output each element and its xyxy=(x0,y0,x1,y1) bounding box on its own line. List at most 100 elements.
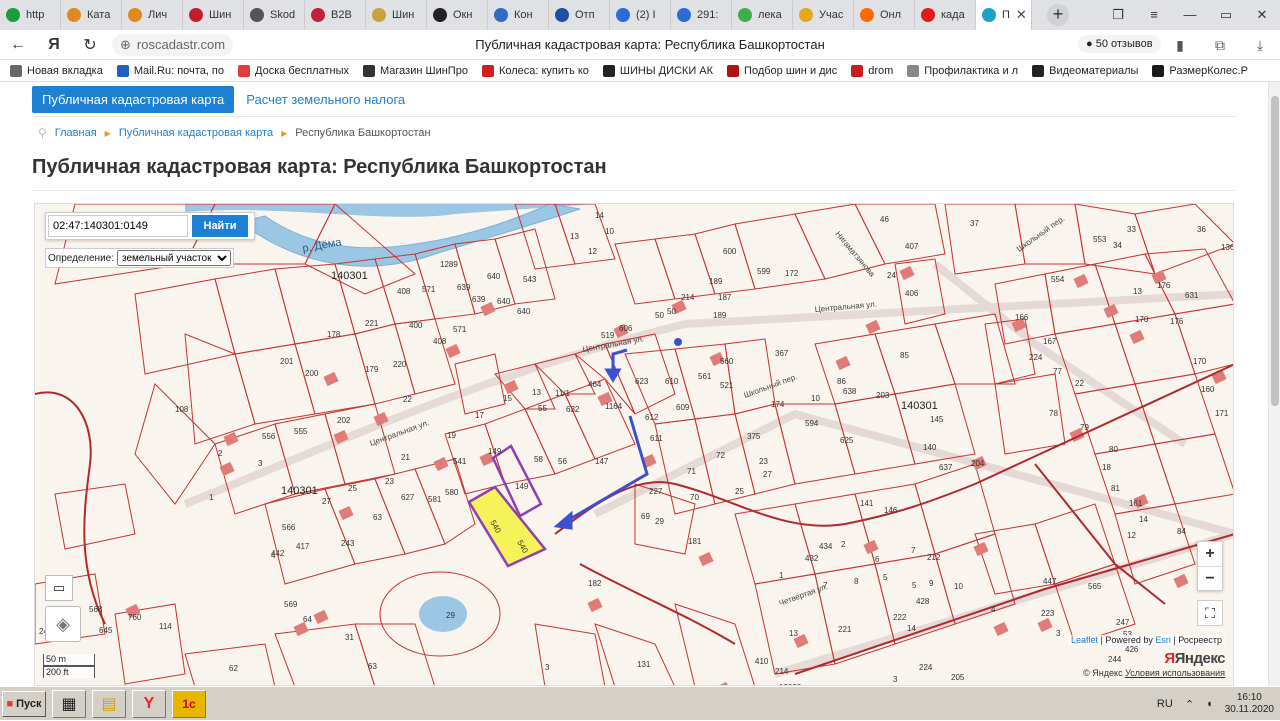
close-tab-icon[interactable]: ✕ xyxy=(1016,7,1027,23)
browser-tab[interactable]: Шин xyxy=(183,0,244,30)
parcel[interactable] xyxy=(494,228,556,305)
bookmark-item[interactable]: Mail.Ru: почта, по xyxy=(116,64,224,77)
tab-collections-icon[interactable]: ❐ xyxy=(1100,0,1136,30)
terms-link[interactable]: Условия использования xyxy=(1125,668,1225,678)
bookmark-item[interactable]: Доска бесплатных xyxy=(238,64,349,77)
draw-tool-button[interactable]: ▭ xyxy=(45,575,73,601)
reviews-button[interactable]: ● 50 отзывов xyxy=(1078,35,1161,53)
parcel[interactable] xyxy=(854,204,946,265)
parcel[interactable] xyxy=(134,383,216,505)
start-button[interactable]: ■ Пуск xyxy=(2,690,46,717)
language-indicator[interactable]: RU xyxy=(1157,698,1173,710)
bookmark-item[interactable]: РазмерКолес.Р xyxy=(1152,64,1248,77)
browser-tab[interactable]: лека xyxy=(732,0,793,30)
close-button[interactable]: ✕ xyxy=(1244,0,1280,30)
parcel[interactable] xyxy=(214,268,296,355)
parcel[interactable] xyxy=(264,488,356,585)
layers-button[interactable]: ◈ xyxy=(45,606,81,642)
reload-button[interactable]: ↻ xyxy=(72,35,108,55)
browser-tab[interactable]: Окн xyxy=(427,0,488,30)
zoom-in-button[interactable]: + xyxy=(1198,542,1222,566)
browser-tab[interactable]: http xyxy=(0,0,61,30)
bookmark-item[interactable]: Видеоматериалы xyxy=(1032,64,1138,77)
back-button[interactable]: ← xyxy=(0,36,36,54)
browser-tab[interactable]: B2B xyxy=(305,0,366,30)
1c-icon[interactable]: 1c xyxy=(172,689,206,718)
minimize-button[interactable]: — xyxy=(1172,0,1208,30)
downloads-icon[interactable]: ⤓ xyxy=(1240,30,1280,60)
page-scrollbar[interactable] xyxy=(1268,82,1280,686)
selected-parcel[interactable] xyxy=(467,485,547,568)
parcel[interactable] xyxy=(234,343,316,425)
parcel[interactable] xyxy=(724,338,776,415)
bookmark-item[interactable]: Магазин ШинПро xyxy=(363,64,468,77)
browser-tab[interactable]: Онл xyxy=(854,0,915,30)
parcel[interactable] xyxy=(1154,433,1234,505)
parcel[interactable] xyxy=(934,313,1016,385)
browser-tab[interactable]: Шин xyxy=(366,0,427,30)
browser-tab[interactable]: Ката xyxy=(61,0,122,30)
calculator-icon[interactable]: ▦ xyxy=(52,689,86,718)
bookmark-icon[interactable]: ▮ xyxy=(1160,30,1200,60)
browser-tab[interactable]: када xyxy=(915,0,976,30)
yandex-logo-icon[interactable]: Я xyxy=(36,36,72,54)
parcel[interactable] xyxy=(534,623,606,686)
parcel[interactable] xyxy=(564,378,636,460)
leaflet-link[interactable]: Leaflet xyxy=(1071,635,1098,645)
bookmark-item[interactable]: ШИНЫ ДИСКИ АК xyxy=(602,64,713,77)
parcel[interactable] xyxy=(134,278,236,375)
bookmark-item[interactable]: Подбор шин и дис xyxy=(727,64,837,77)
breadcrumb-map[interactable]: Публичная кадастровая карта xyxy=(119,127,273,139)
volume-icon[interactable]: ◖ xyxy=(1206,698,1213,710)
parcel[interactable] xyxy=(874,323,956,395)
browser-tab[interactable]: Skod xyxy=(244,0,305,30)
browser-tab[interactable]: Кон xyxy=(488,0,549,30)
extensions-icon[interactable]: ⧉ xyxy=(1200,30,1240,60)
search-button[interactable]: Найти xyxy=(192,215,248,237)
browser-tab[interactable]: Отп xyxy=(549,0,610,30)
bookmark-item[interactable]: Колеса: купить ко xyxy=(481,64,589,77)
parcel[interactable] xyxy=(54,483,136,550)
browser-tab[interactable]: 291: xyxy=(671,0,732,30)
scrollbar-thumb[interactable] xyxy=(1271,96,1279,406)
parcel[interactable] xyxy=(734,503,816,585)
cadastral-map[interactable]: р. Дёма 140301 140301 140301 Центральная ул.… xyxy=(34,203,1234,686)
bookmark-item[interactable]: drom xyxy=(851,64,893,77)
map-canvas[interactable]: р. Дёма140301140301140301Центральная ул.… xyxy=(35,204,1234,686)
parcel[interactable] xyxy=(274,623,375,686)
nav-cadastral-map[interactable]: Публичная кадастровая карта xyxy=(32,86,235,113)
parcel[interactable] xyxy=(914,463,996,555)
parcel[interactable] xyxy=(324,478,406,565)
browser-tab[interactable]: П ✕ xyxy=(976,0,1032,30)
file-manager-icon[interactable]: ▤ xyxy=(92,689,126,718)
parcel[interactable] xyxy=(734,213,826,290)
cadastral-number-input[interactable] xyxy=(48,215,188,237)
nav-land-tax[interactable]: Расчет земельного налога xyxy=(246,92,405,107)
clock[interactable]: 16:10 30.11.2020 xyxy=(1225,692,1274,716)
bookmark-item[interactable]: Профилактика и л xyxy=(907,64,1018,77)
parcel[interactable] xyxy=(1014,204,1086,265)
new-tab-button[interactable]: + xyxy=(1047,4,1069,26)
parcel[interactable] xyxy=(114,603,186,685)
parcel[interactable] xyxy=(624,348,696,425)
bookmark-item[interactable]: Новая вкладка xyxy=(10,64,103,77)
parcel[interactable] xyxy=(414,458,476,545)
zoom-out-button[interactable]: − xyxy=(1198,566,1222,590)
browser-tab[interactable]: (2) I xyxy=(610,0,671,30)
esri-link[interactable]: Esri xyxy=(1155,635,1171,645)
maximize-button[interactable]: ▭ xyxy=(1208,0,1244,30)
parcel[interactable] xyxy=(594,623,675,686)
browser-tab[interactable]: Лич xyxy=(122,0,183,30)
breadcrumb-home[interactable]: Главная xyxy=(55,127,97,139)
site-info-icon[interactable]: ⊕ xyxy=(120,37,131,53)
browser-tab[interactable]: Учас xyxy=(793,0,854,30)
definition-select[interactable]: земельный участок xyxy=(117,250,232,266)
fullscreen-button[interactable]: ⛶ xyxy=(1197,600,1223,626)
parcel[interactable] xyxy=(674,603,755,686)
url-field[interactable]: ⊕ roscadastr.com xyxy=(112,33,234,56)
tray-expand-icon[interactable]: ⌃ xyxy=(1185,698,1194,711)
parcel[interactable] xyxy=(354,623,435,686)
parcel[interactable] xyxy=(944,204,1026,275)
menu-icon[interactable]: ≡ xyxy=(1136,0,1172,30)
yandex-browser-icon[interactable]: Y xyxy=(132,689,166,718)
